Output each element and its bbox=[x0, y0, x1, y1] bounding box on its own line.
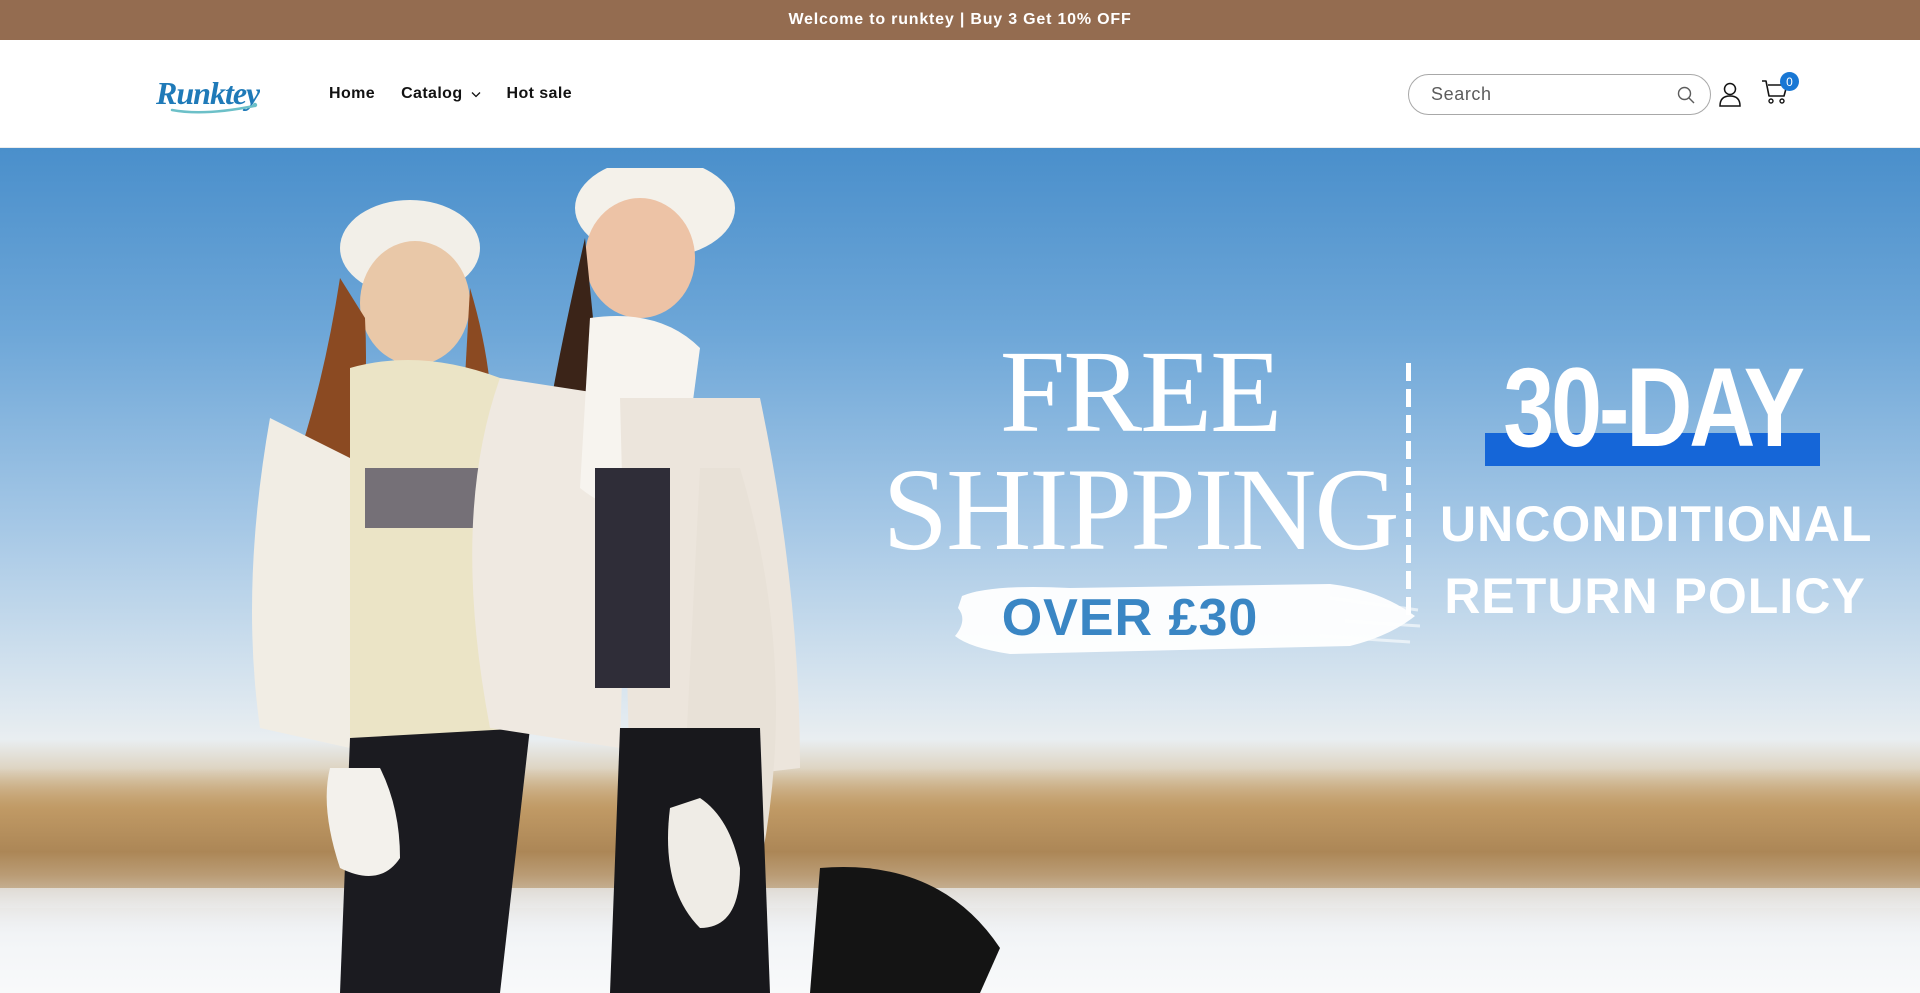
nav-catalog[interactable]: Catalog bbox=[392, 74, 489, 114]
free-shipping-title: FREE SHIPPING bbox=[880, 333, 1400, 569]
nav-home[interactable]: Home bbox=[320, 74, 384, 114]
return-policy-text: UNCONDITIONAL RETURN POLICY bbox=[1440, 488, 1873, 632]
logo[interactable]: Runktey bbox=[154, 72, 260, 116]
hero-banner[interactable]: FREE SHIPPING OVER £30 30-DAY UNCONDITIO… bbox=[0, 148, 1920, 993]
30-day-heading: 30-DAY bbox=[1503, 345, 1805, 470]
nav-hot-sale[interactable]: Hot sale bbox=[498, 74, 581, 114]
free-line: FREE bbox=[999, 326, 1283, 457]
announcement-bar: Welcome to runktey | Buy 3 Get 10% OFF bbox=[0, 0, 1920, 40]
shipping-line: SHIPPING bbox=[882, 444, 1399, 575]
policy-line-2: RETURN POLICY bbox=[1444, 568, 1866, 624]
nav-hot-sale-label: Hot sale bbox=[506, 85, 572, 102]
nav-catalog-label: Catalog bbox=[401, 85, 463, 102]
cart-button[interactable]: 0 bbox=[1758, 72, 1799, 110]
search-box bbox=[1408, 74, 1711, 115]
policy-line-1: UNCONDITIONAL bbox=[1440, 496, 1873, 552]
chevron-down-icon bbox=[471, 91, 481, 98]
svg-text:Runktey: Runktey bbox=[155, 75, 260, 111]
main-nav: Home Catalog Hot sale bbox=[320, 40, 581, 148]
nav-home-label: Home bbox=[329, 85, 376, 102]
logo-image: Runktey bbox=[155, 75, 260, 114]
search-icon[interactable] bbox=[1674, 83, 1698, 107]
site-header: Runktey Home Catalog Hot sale 0 bbox=[0, 40, 1920, 148]
cart-count-badge: 0 bbox=[1780, 72, 1799, 91]
account-icon[interactable] bbox=[1716, 78, 1744, 110]
over-30-text: OVER £30 bbox=[1001, 589, 1259, 647]
search-input[interactable] bbox=[1431, 84, 1674, 105]
announcement-text: Welcome to runktey | Buy 3 Get 10% OFF bbox=[788, 11, 1132, 28]
dashed-divider bbox=[1406, 363, 1411, 623]
